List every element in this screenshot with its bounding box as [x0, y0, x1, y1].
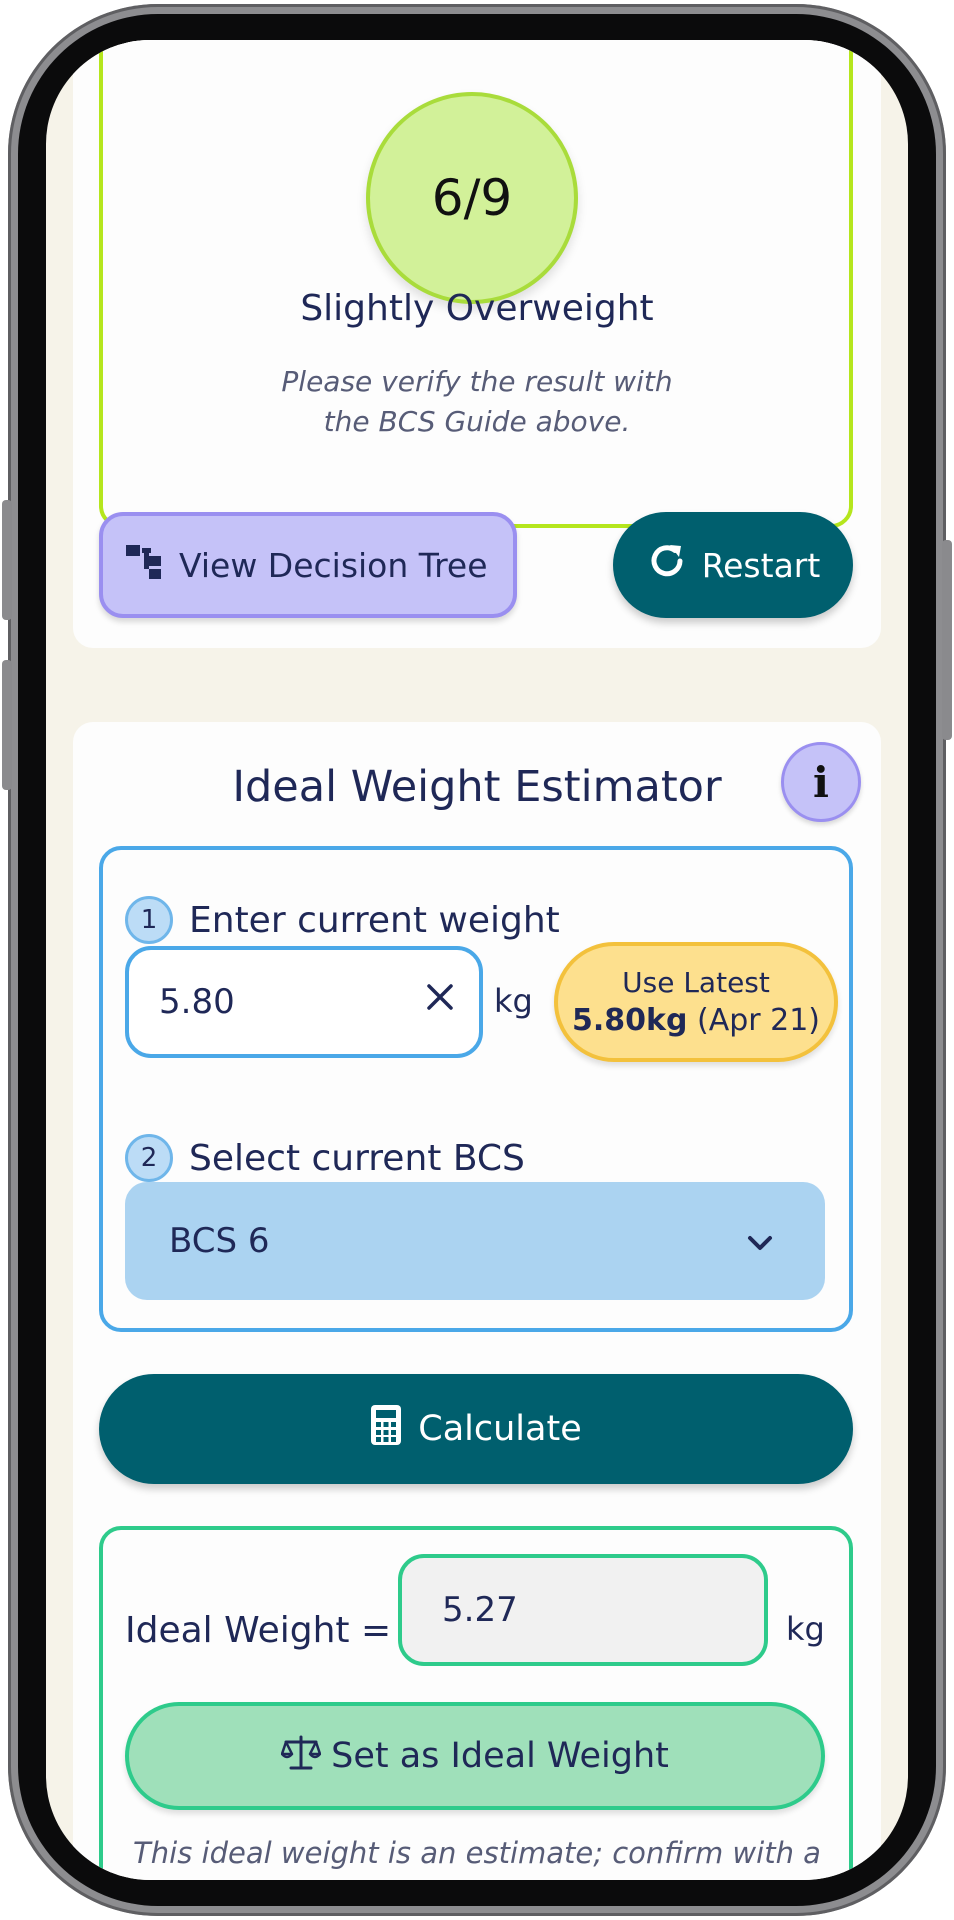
- restart-label: Restart: [701, 545, 821, 585]
- clear-icon[interactable]: [425, 976, 455, 1022]
- ideal-weight-label: Ideal Weight =: [125, 1610, 392, 1651]
- use-latest-button[interactable]: Use Latest 5.80kg (Apr 21): [554, 942, 838, 1062]
- use-latest-title: Use Latest: [622, 966, 770, 999]
- chevron-down-icon: [745, 1222, 775, 1262]
- step2-number: 2: [125, 1134, 173, 1182]
- current-weight-input[interactable]: 5.80: [125, 946, 483, 1058]
- view-decision-tree-button[interactable]: View Decision Tree: [99, 512, 517, 618]
- info-button[interactable]: i: [781, 742, 861, 822]
- step2-row: 2 Select current BCS: [125, 1134, 525, 1182]
- step1-number: 1: [125, 896, 173, 944]
- result-note: Please verify the result with the BCS Gu…: [46, 362, 908, 442]
- app-screen: 6/9 Slightly Overweight Please verify th…: [46, 40, 908, 1880]
- calculate-button[interactable]: Calculate: [99, 1374, 853, 1484]
- result-note-line1: Please verify the result with: [281, 365, 673, 398]
- ideal-weight-field[interactable]: 5.27: [398, 1554, 768, 1666]
- power-button: [942, 540, 952, 740]
- use-latest-date: (Apr 21): [696, 1003, 821, 1038]
- calculate-label: Calculate: [418, 1409, 582, 1449]
- volume-up-button: [2, 500, 12, 620]
- ideal-weight-disclaimer: This ideal weight is an estimate; confir…: [133, 1836, 821, 1870]
- bcs-select[interactable]: BCS 6: [125, 1182, 825, 1300]
- use-latest-detail: 5.80kg (Apr 21): [572, 1003, 820, 1038]
- set-ideal-weight-label: Set as Ideal Weight: [331, 1736, 669, 1776]
- estimator-title: Ideal Weight Estimator: [232, 762, 722, 812]
- step2-label: Select current BCS: [189, 1137, 525, 1179]
- tree-icon: [125, 542, 163, 588]
- calculator-icon: [370, 1404, 402, 1455]
- restart-button[interactable]: Restart: [613, 512, 853, 618]
- scale-icon: [280, 1734, 322, 1779]
- restart-icon: [646, 540, 688, 590]
- result-title: Slightly Overweight: [300, 288, 654, 329]
- ideal-weight-value: 5.27: [442, 1590, 518, 1630]
- ideal-weight-unit: kg: [786, 1610, 825, 1648]
- view-decision-tree-label: View Decision Tree: [179, 545, 488, 585]
- bcs-selected-value: BCS 6: [169, 1221, 270, 1261]
- weight-unit: kg: [494, 982, 533, 1020]
- step1-row: 1 Enter current weight: [125, 896, 560, 944]
- set-ideal-weight-button[interactable]: Set as Ideal Weight: [125, 1702, 825, 1810]
- step1-label: Enter current weight: [189, 899, 560, 941]
- volume-down-button: [2, 660, 12, 790]
- info-icon: i: [813, 757, 829, 807]
- bcs-score-badge: 6/9: [366, 92, 578, 304]
- use-latest-value: 5.80kg: [571, 1003, 688, 1038]
- current-weight-value: 5.80: [159, 982, 235, 1022]
- result-note-line2: the BCS Guide above.: [323, 405, 631, 438]
